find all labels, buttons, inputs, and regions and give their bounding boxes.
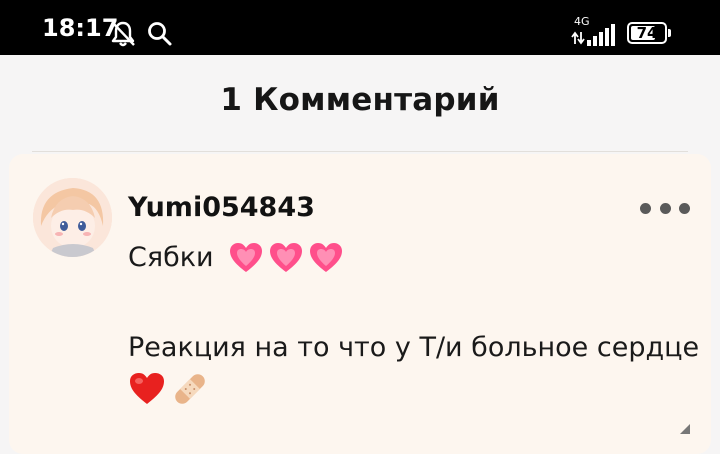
- avatar[interactable]: [33, 178, 112, 257]
- comment-line-2: Реакция на то что у Т/и больное сердце: [128, 331, 699, 365]
- search-icon: [148, 22, 172, 46]
- data-arrows-icon: [571, 31, 585, 45]
- comment-text-line-1: Сябки: [128, 242, 214, 273]
- battery-level: 74: [636, 24, 658, 42]
- comment-username[interactable]: Yumi054843: [128, 193, 315, 223]
- page-title: 1 Комментарий: [220, 82, 500, 118]
- comments-header: 1 Комментарий: [0, 55, 720, 145]
- comment-line-1: Сябки: [128, 241, 344, 275]
- signal-icon: [587, 24, 615, 46]
- avatar-image: [33, 178, 112, 257]
- resize-corner-icon: [680, 424, 690, 434]
- more-dot: [679, 202, 690, 214]
- battery-tip: [668, 29, 671, 37]
- pink-heart-icon: [229, 243, 262, 272]
- pink-heart-icon: [269, 243, 302, 272]
- red-heart-icon: [130, 373, 164, 404]
- comment-line-3: [128, 370, 210, 408]
- bell-off-icon: [111, 21, 135, 47]
- status-time: 18:17: [42, 14, 119, 42]
- comment-card: [9, 154, 711, 454]
- battery-icon: 74: [627, 22, 667, 44]
- more-dot: [640, 202, 651, 214]
- status-bar: 18:17 4G 74: [0, 0, 720, 55]
- more-dot: [659, 202, 671, 214]
- more-options-button[interactable]: [640, 196, 690, 220]
- pink-heart-icon: [309, 243, 342, 272]
- header-divider: [32, 151, 688, 152]
- comment-text-line-2: Реакция на то что у Т/и больное сердце: [128, 332, 700, 363]
- bandage-icon: [175, 374, 205, 404]
